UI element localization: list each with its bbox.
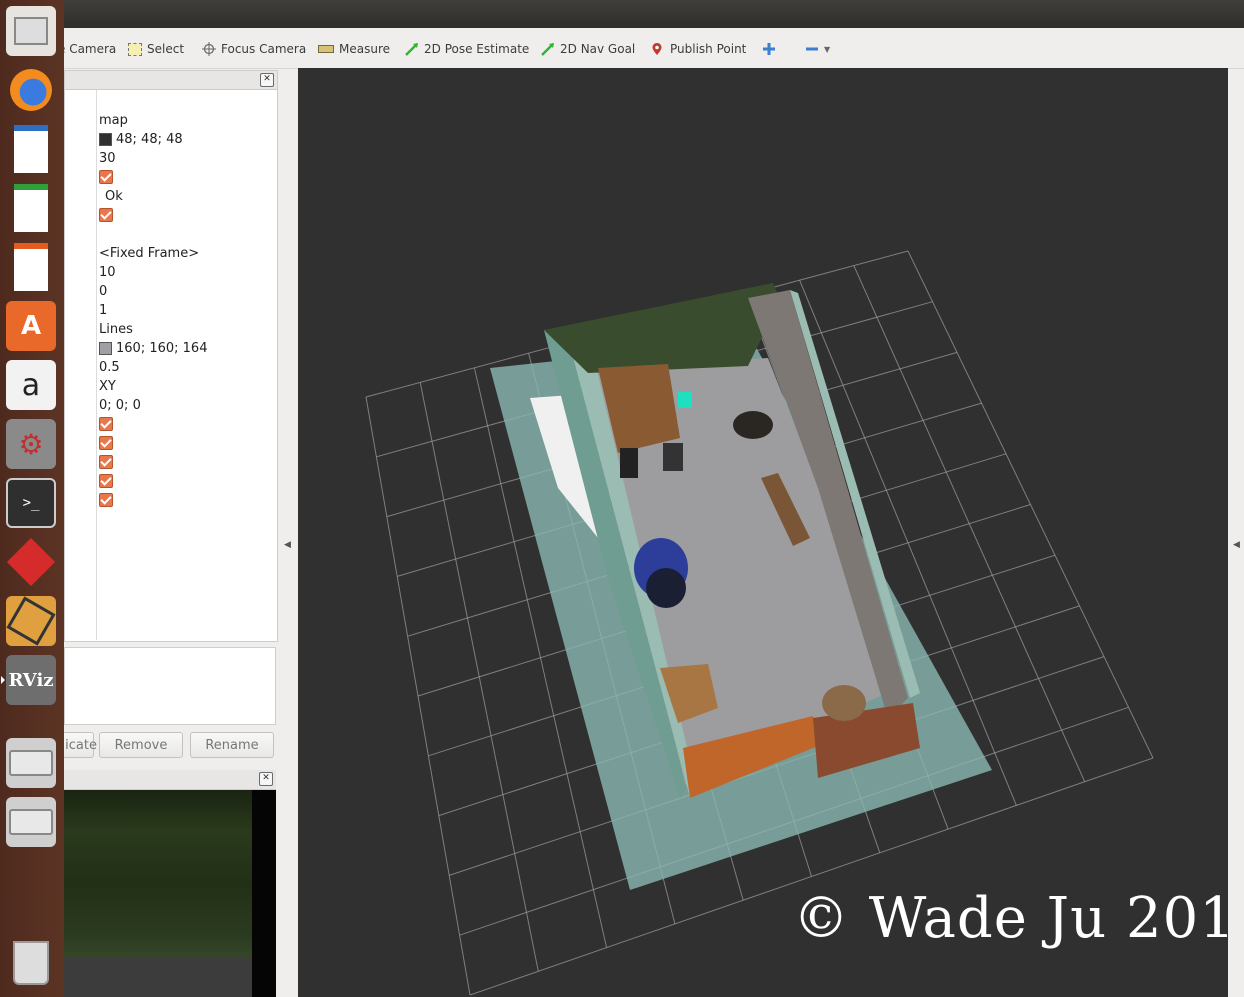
amazon-icon[interactable]: a (6, 360, 56, 410)
remove-tool-button[interactable]: ▼ (805, 40, 830, 58)
close-icon[interactable]: ✕ (260, 73, 274, 87)
box-object (822, 685, 866, 721)
checkbox-icon (99, 493, 113, 507)
display-checkbox[interactable] (99, 493, 113, 507)
pose-estimate-label: 2D Pose Estimate (424, 42, 530, 56)
display-checkbox[interactable] (99, 474, 113, 488)
plus-icon (762, 42, 776, 56)
object-dark (733, 411, 773, 439)
pose-estimate-tool[interactable]: 2D Pose Estimate (405, 40, 529, 58)
camera-floor (64, 957, 252, 997)
select-tool[interactable]: Select (128, 40, 184, 58)
collapse-left-icon[interactable]: ◀ (284, 540, 291, 550)
collapse-right-icon[interactable]: ◀ (1233, 540, 1240, 550)
color-swatch (99, 342, 112, 355)
line-style-value[interactable]: Lines (99, 322, 133, 337)
move-camera-tool[interactable]: e Camera (58, 40, 116, 58)
terminal-icon[interactable]: >_ (6, 478, 56, 528)
camera-panel-header: ✕ (64, 770, 276, 790)
focus-camera-tool[interactable]: Focus Camera (202, 40, 306, 58)
plane-value[interactable]: XY (99, 379, 116, 394)
default-light-checkbox[interactable] (99, 170, 113, 184)
publish-point-label: Publish Point (670, 42, 747, 56)
minus-icon (805, 42, 819, 56)
camera-image-view (64, 790, 276, 997)
measure-tool[interactable]: Measure (318, 40, 390, 58)
dropdown-arrow-icon: ▼ (824, 44, 831, 54)
frame-rate-value[interactable]: 30 (99, 151, 116, 166)
nav-goal-label: 2D Nav Goal (560, 42, 636, 56)
settings-icon[interactable]: ⚙ (6, 419, 56, 469)
offset-value[interactable]: 0; 0; 0 (99, 398, 141, 413)
firefox-icon[interactable] (6, 65, 56, 115)
trash-icon[interactable] (6, 938, 56, 988)
3d-render-view[interactable]: © Wade Ju 2018 (298, 68, 1228, 997)
alpha-value[interactable]: 0.5 (99, 360, 120, 375)
close-icon[interactable]: ✕ (259, 772, 273, 786)
grid-color-value[interactable]: 160; 160; 164 (99, 341, 207, 356)
rviz-icon[interactable]: RViz (1, 655, 56, 705)
files-icon[interactable] (6, 6, 56, 56)
measure-label: Measure (339, 42, 390, 56)
remove-button[interactable]: Remove (99, 732, 183, 758)
git-icon[interactable] (6, 537, 56, 587)
software-center-icon[interactable]: A (6, 301, 56, 351)
display-checkbox[interactable] (99, 436, 113, 450)
normal-cell-count-value[interactable]: 0 (99, 284, 107, 299)
select-label: Select (147, 42, 185, 56)
background-color-value[interactable]: 48; 48; 48 (99, 132, 183, 147)
status-ok: Ok (105, 189, 123, 204)
display-checkbox[interactable] (99, 455, 113, 469)
sketchup-icon[interactable] (6, 596, 56, 646)
nav-goal-tool[interactable]: 2D Nav Goal (541, 40, 635, 58)
displays-panel-header: ✕ (65, 71, 277, 90)
rename-button[interactable]: Rename (190, 732, 274, 758)
grid-line (907, 250, 1154, 759)
green-arrow-icon (541, 42, 555, 56)
cell-size-value[interactable]: 1 (99, 303, 107, 318)
fixed-frame-value[interactable]: map (99, 113, 128, 128)
watermark: © Wade Ju 2018 (793, 886, 1228, 951)
map-pin-icon (651, 42, 665, 56)
scene-svg (365, 250, 1154, 996)
publish-point-tool[interactable]: Publish Point (651, 40, 746, 58)
focus-camera-label: Focus Camera (221, 42, 307, 56)
blue-object-shadow (646, 568, 686, 608)
green-arrow-icon (405, 42, 419, 56)
add-tool-button[interactable] (762, 40, 776, 58)
display-checkbox[interactable] (99, 417, 113, 431)
checkbox-icon (99, 455, 113, 469)
checkbox-icon (99, 417, 113, 431)
displays-panel: ✕ map 48; 48; 48 30 <Fixed Frame> 10 0 1… (64, 70, 278, 642)
reference-frame-value[interactable]: <Fixed Frame> (99, 246, 199, 261)
crosshair-icon (202, 42, 216, 56)
checkbox-icon (99, 170, 113, 184)
display-description (64, 647, 276, 725)
grid-enabled-checkbox[interactable] (99, 208, 113, 222)
camera-black-border (252, 790, 276, 997)
writer-icon[interactable] (6, 124, 56, 174)
checkbox-icon (99, 474, 113, 488)
move-camera-label: e Camera (58, 42, 117, 56)
table-leg (663, 443, 683, 471)
plane-cell-count-value[interactable]: 10 (99, 265, 116, 280)
robot-marker (678, 392, 692, 408)
impress-icon[interactable] (6, 242, 56, 292)
ruler-icon (318, 45, 334, 53)
calc-icon[interactable] (6, 183, 56, 233)
column-divider (96, 90, 97, 640)
rviz-toolbar: e Camera Select Focus Camera Measure 2D … (0, 28, 1244, 69)
drive-icon[interactable] (6, 797, 56, 847)
color-swatch (99, 133, 112, 146)
drive-icon[interactable] (6, 738, 56, 788)
ubuntu-launcher: A a ⚙ >_ RViz (0, 0, 64, 997)
window-titlebar (0, 0, 1244, 28)
back-wall (544, 283, 780, 373)
select-icon (128, 42, 142, 56)
table-leg (620, 448, 638, 478)
checkbox-icon (99, 208, 113, 222)
checkbox-icon (99, 436, 113, 450)
